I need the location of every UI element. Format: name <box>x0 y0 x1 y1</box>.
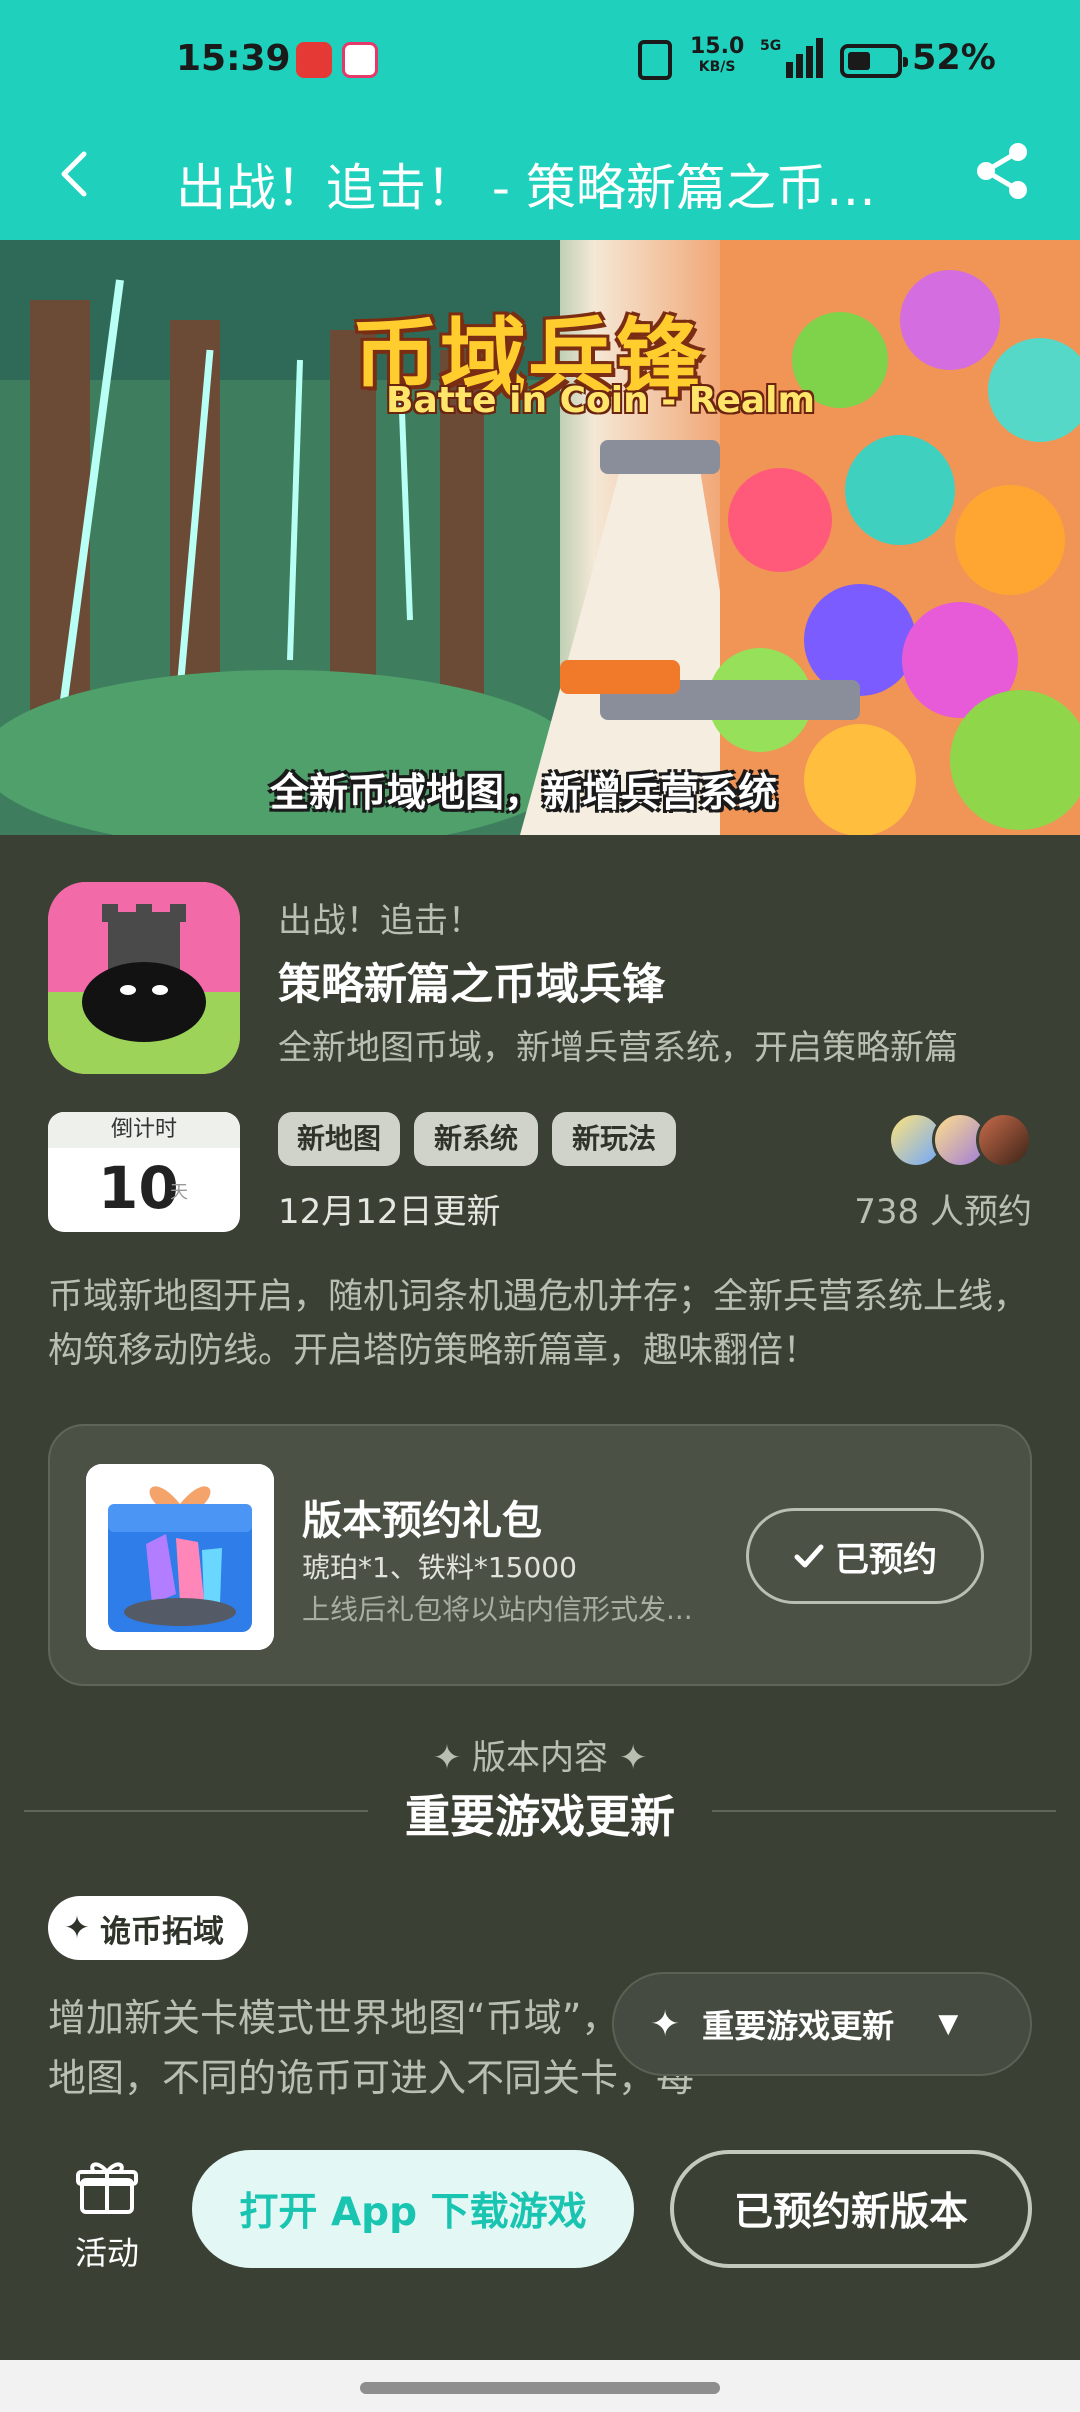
toutiao-notification-icon <box>296 42 332 78</box>
section-kicker-label: 版本内容 <box>472 1738 608 1778</box>
countdown-value: 10 <box>98 1154 179 1222</box>
game-subtitle: 全新地图币域，新增兵营系统，开启策略新篇 <box>278 1028 958 1068</box>
home-indicator[interactable] <box>360 2382 720 2394</box>
section-jump-dropdown[interactable]: ✦ 重要游戏更新 ▼ <box>612 1972 1032 2076</box>
divider <box>712 1810 1056 1812</box>
gift-box-image <box>86 1464 274 1650</box>
battery-percent: 52% <box>912 38 996 78</box>
gift-title: 版本预约礼包 <box>302 1498 542 1544</box>
share-icon[interactable] <box>968 136 1038 206</box>
game-app-icon[interactable] <box>48 882 240 1074</box>
activity-button[interactable]: 活动 <box>64 2158 150 2274</box>
countdown-unit: 天 <box>170 1182 188 1203</box>
reserve-count: 738 人预约 <box>854 1192 1032 1232</box>
sparkle-icon: ✦ <box>432 1738 462 1778</box>
tag-new-map: 新地图 <box>278 1112 400 1166</box>
sparkle-icon: ✦ <box>650 2003 681 2045</box>
back-arrow-icon[interactable] <box>46 144 106 204</box>
section-header: 重要游戏更新 <box>24 1780 1056 1843</box>
feature-badge-label: 诡币拓域 <box>99 1913 224 1950</box>
feature-badge: ✦ 诡币拓域 <box>48 1896 248 1960</box>
battery-icon <box>840 44 908 78</box>
check-icon <box>794 1544 824 1568</box>
section-kicker: ✦ 版本内容 ✦ <box>0 1730 1080 1779</box>
hero-banner[interactable]: 币域兵锋 Batte in Coin - Realm 全新币域地图，新增兵营系统 <box>0 240 1080 835</box>
gift-icon <box>76 2162 138 2214</box>
tag-new-system: 新系统 <box>414 1112 538 1166</box>
bottom-action-bar: 活动 打开 App 下载游戏 已预约新版本 <box>0 2120 1080 2360</box>
caret-down-icon: ▼ <box>938 2009 959 2039</box>
tag-new-gameplay: 新玩法 <box>552 1112 676 1166</box>
section-jump-label: 重要游戏更新 <box>702 2007 895 2045</box>
gift-items: 琥珀*1、铁料*15000 <box>302 1551 577 1584</box>
avatar <box>976 1112 1032 1168</box>
reserver-avatars <box>888 1112 1034 1168</box>
sparkle-icon: ✦ <box>618 1738 648 1778</box>
mobile-notification-icon <box>342 42 378 78</box>
tower-icon <box>48 882 240 1074</box>
status-time: 15:39 <box>176 38 291 79</box>
countdown-label: 倒计时 <box>48 1112 240 1148</box>
page-title: 出战！追击！ - 策略新篇之币… <box>176 159 876 217</box>
reserved-version-button[interactable]: 已预约新版本 <box>670 2150 1032 2268</box>
signal-5g-icon: 5G <box>760 38 823 78</box>
game-title: 策略新篇之币域兵锋 <box>278 960 665 1010</box>
countdown-card: 倒计时 10 天 <box>48 1112 240 1232</box>
gift-box-icon <box>86 1464 274 1650</box>
gift-note: 上线后礼包将以站内信形式发... <box>302 1593 693 1626</box>
system-nav-area <box>0 2360 1080 2412</box>
banner-caption: 全新币域地图，新增兵营系统 <box>270 771 778 816</box>
app-header: 出战！追击！ - 策略新篇之币… <box>0 124 1080 240</box>
update-date: 12月12日更新 <box>278 1192 501 1232</box>
network-speed: 15.0 KB/S <box>690 34 745 76</box>
gift-reserved-button[interactable]: 已预约 <box>746 1508 984 1604</box>
gift-pack-card[interactable]: 版本预约礼包 琥珀*1、铁料*15000 上线后礼包将以站内信形式发... 已预… <box>48 1424 1032 1686</box>
game-description: 币域新地图开启，随机词条机遇危机并存；全新兵营系统上线，构筑移动防线。开启塔防策… <box>48 1277 1029 1371</box>
open-app-download-button[interactable]: 打开 App 下载游戏 <box>192 2150 634 2268</box>
nfc-icon <box>638 40 672 80</box>
banner-logo-subtext: Batte in Coin - Realm <box>386 380 816 421</box>
network-type-label: 5G <box>760 38 781 54</box>
sparkle-icon: ✦ <box>64 1910 90 1946</box>
game-pre-title: 出战！追击！ <box>278 901 482 941</box>
status-bar: 15:39 15.0 KB/S 5G 52% <box>0 0 1080 124</box>
gift-reserved-label: 已预约 <box>835 1539 937 1580</box>
section-title: 重要游戏更新 <box>404 1790 675 1843</box>
activity-label: 活动 <box>74 2234 139 2272</box>
